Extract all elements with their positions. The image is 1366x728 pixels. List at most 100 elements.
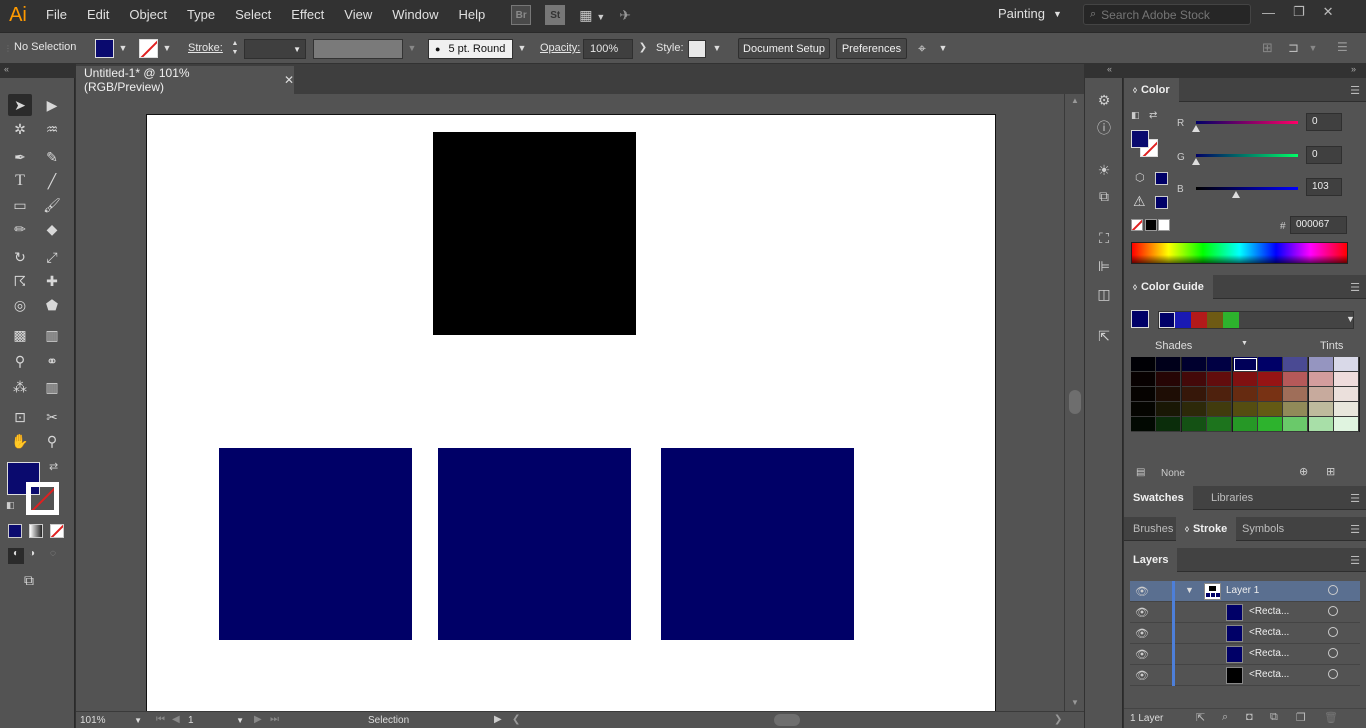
opacity-field[interactable]: 100%: [583, 39, 633, 59]
expand-chevron-icon[interactable]: ▼: [1185, 585, 1194, 595]
guide-color-cell[interactable]: [1131, 402, 1156, 417]
properties-icon[interactable]: ⚙: [1094, 90, 1114, 110]
export-icon[interactable]: ⇱: [1094, 326, 1114, 346]
appearance-icon[interactable]: ☀: [1094, 160, 1114, 180]
brushes-tab[interactable]: Brushes: [1124, 517, 1182, 541]
chevron-right-icon[interactable]: ❯: [636, 42, 650, 53]
column-graph-tool-icon[interactable]: ▥: [40, 376, 64, 398]
puppet-warp-tool-icon[interactable]: ✚: [40, 270, 64, 292]
eyedropper-tool-icon[interactable]: ⚲: [8, 350, 32, 372]
harmony-strip[interactable]: [1158, 311, 1354, 329]
rectangle-tool-icon[interactable]: ▭: [8, 194, 32, 216]
default-colors-icon[interactable]: ◧: [1131, 110, 1140, 121]
color-panel-menu-icon[interactable]: ☰: [1350, 84, 1360, 97]
panel-collapse-bar[interactable]: « »: [1085, 64, 1366, 78]
guide-color-cell[interactable]: [1334, 402, 1360, 417]
menu-effect[interactable]: Effect: [281, 0, 334, 30]
default-fill-stroke-icon[interactable]: ◧: [6, 500, 15, 511]
pencil-tool-icon[interactable]: ✏: [8, 218, 32, 240]
line-tool-icon[interactable]: ╱: [40, 170, 64, 192]
none-color-swatch[interactable]: [1131, 219, 1143, 231]
artboard-number-field[interactable]: 1 ▼: [188, 714, 244, 727]
create-layer-icon[interactable]: ❐: [1296, 711, 1306, 724]
fill-dropdown-icon[interactable]: ▼: [116, 43, 130, 53]
restore-icon[interactable]: ❐: [1293, 4, 1305, 20]
align-icon[interactable]: ⊞: [1262, 40, 1273, 56]
stroke-weight-field[interactable]: ▼: [244, 39, 306, 59]
color-guide-tab[interactable]: ◊ Color Guide: [1124, 275, 1213, 299]
transform-dropdown-icon[interactable]: ▼: [1306, 43, 1320, 53]
harmony-swatch-3[interactable]: [1191, 312, 1207, 328]
horizontal-scroll-thumb[interactable]: [774, 714, 800, 726]
menu-file[interactable]: File: [36, 0, 77, 30]
harmony-swatch-2[interactable]: [1175, 312, 1191, 328]
web-safe-cube-icon[interactable]: ⬡: [1135, 171, 1145, 184]
symbols-tab[interactable]: Symbols: [1233, 517, 1293, 541]
gamut-swatch[interactable]: [1155, 196, 1168, 209]
arrange-dropdown-icon[interactable]: ▼: [936, 43, 950, 53]
artboard[interactable]: [146, 114, 996, 711]
brush-dropdown-icon[interactable]: ▼: [515, 43, 529, 53]
guide-color-cell[interactable]: [1181, 402, 1207, 417]
color-guide-grid[interactable]: [1131, 357, 1360, 432]
guide-color-cell[interactable]: [1181, 357, 1207, 372]
guide-color-cell[interactable]: [1283, 402, 1309, 417]
stock-search-input[interactable]: [1101, 7, 1242, 22]
artboard-tool-icon[interactable]: ⊡: [8, 406, 32, 428]
draw-behind-icon[interactable]: ◑: [29, 548, 35, 559]
info-icon[interactable]: ⓘ: [1094, 118, 1114, 138]
target-circle-icon[interactable]: [1328, 669, 1338, 679]
hex-value-field[interactable]: 000067: [1290, 216, 1347, 234]
variable-width-profile[interactable]: [313, 39, 403, 59]
swap-fill-stroke-icon[interactable]: ⇄: [49, 460, 58, 473]
blend-tool-icon[interactable]: ⚭: [40, 350, 64, 372]
layers-tab[interactable]: Layers: [1124, 548, 1178, 572]
base-color-swatch[interactable]: [1131, 310, 1149, 328]
arrange-documents-icon[interactable]: ▦ ▼: [579, 7, 605, 24]
menu-type[interactable]: Type: [177, 0, 225, 30]
warp-tool-icon[interactable]: ☈: [8, 270, 32, 292]
r-slider-thumb[interactable]: [1192, 125, 1200, 132]
color-spectrum-bar[interactable]: [1131, 242, 1348, 264]
last-artboard-icon[interactable]: ⏭: [270, 714, 279, 725]
guide-color-cell[interactable]: [1156, 372, 1182, 387]
guide-color-cell[interactable]: [1232, 357, 1258, 372]
guide-color-cell[interactable]: [1258, 387, 1283, 402]
locate-object-icon[interactable]: ⌕: [1222, 711, 1228, 724]
menu-help[interactable]: Help: [448, 0, 495, 30]
paintbrush-tool-icon[interactable]: 🖌: [40, 194, 64, 216]
guide-color-cell[interactable]: [1207, 357, 1233, 372]
gradient-tool-icon[interactable]: ▥: [40, 324, 64, 346]
slice-tool-icon[interactable]: ✂: [40, 406, 64, 428]
guide-color-cell[interactable]: [1258, 402, 1283, 417]
black-color-swatch[interactable]: [1145, 219, 1157, 231]
rotate-tool-icon[interactable]: ↻: [8, 246, 32, 268]
bridge-button[interactable]: Br: [511, 5, 532, 25]
next-artboard-icon[interactable]: ▶: [254, 714, 262, 725]
stock-search-box[interactable]: ⌕: [1083, 4, 1251, 25]
brush-definition-field[interactable]: ● 5 pt. Round: [428, 39, 513, 59]
curvature-tool-icon[interactable]: ✎: [40, 146, 64, 168]
lasso-tool-icon[interactable]: ♒: [40, 118, 64, 140]
zoom-field[interactable]: 101% ▼: [80, 714, 142, 727]
stroke-color-box[interactable]: [26, 482, 59, 515]
swatch-library-icon[interactable]: ▤: [1136, 467, 1145, 478]
scroll-left-icon[interactable]: ❮: [512, 714, 520, 725]
guide-color-cell[interactable]: [1156, 387, 1182, 402]
vertical-scroll-thumb[interactable]: [1069, 390, 1081, 414]
symbol-sprayer-tool-icon[interactable]: ⁂: [8, 376, 32, 398]
toolbar-collapse[interactable]: «: [0, 64, 75, 78]
edit-colors-icon[interactable]: ⊕: [1299, 465, 1308, 478]
shades-dropdown-icon[interactable]: ▼: [1241, 340, 1248, 347]
vertical-scrollbar[interactable]: ▲ ▼: [1064, 94, 1084, 711]
guide-color-cell[interactable]: [1156, 357, 1182, 372]
selection-tool-icon[interactable]: ➤: [8, 94, 32, 116]
preferences-button[interactable]: Preferences: [836, 38, 907, 59]
scroll-down-icon[interactable]: ▼: [1071, 698, 1079, 707]
menu-select[interactable]: Select: [225, 0, 281, 30]
guide-color-cell[interactable]: [1131, 357, 1156, 372]
navy-rectangle-middle[interactable]: [438, 448, 631, 640]
guide-color-cell[interactable]: [1207, 387, 1233, 402]
menu-window[interactable]: Window: [382, 0, 448, 30]
stroke-tab[interactable]: ◊ Stroke: [1176, 517, 1237, 541]
